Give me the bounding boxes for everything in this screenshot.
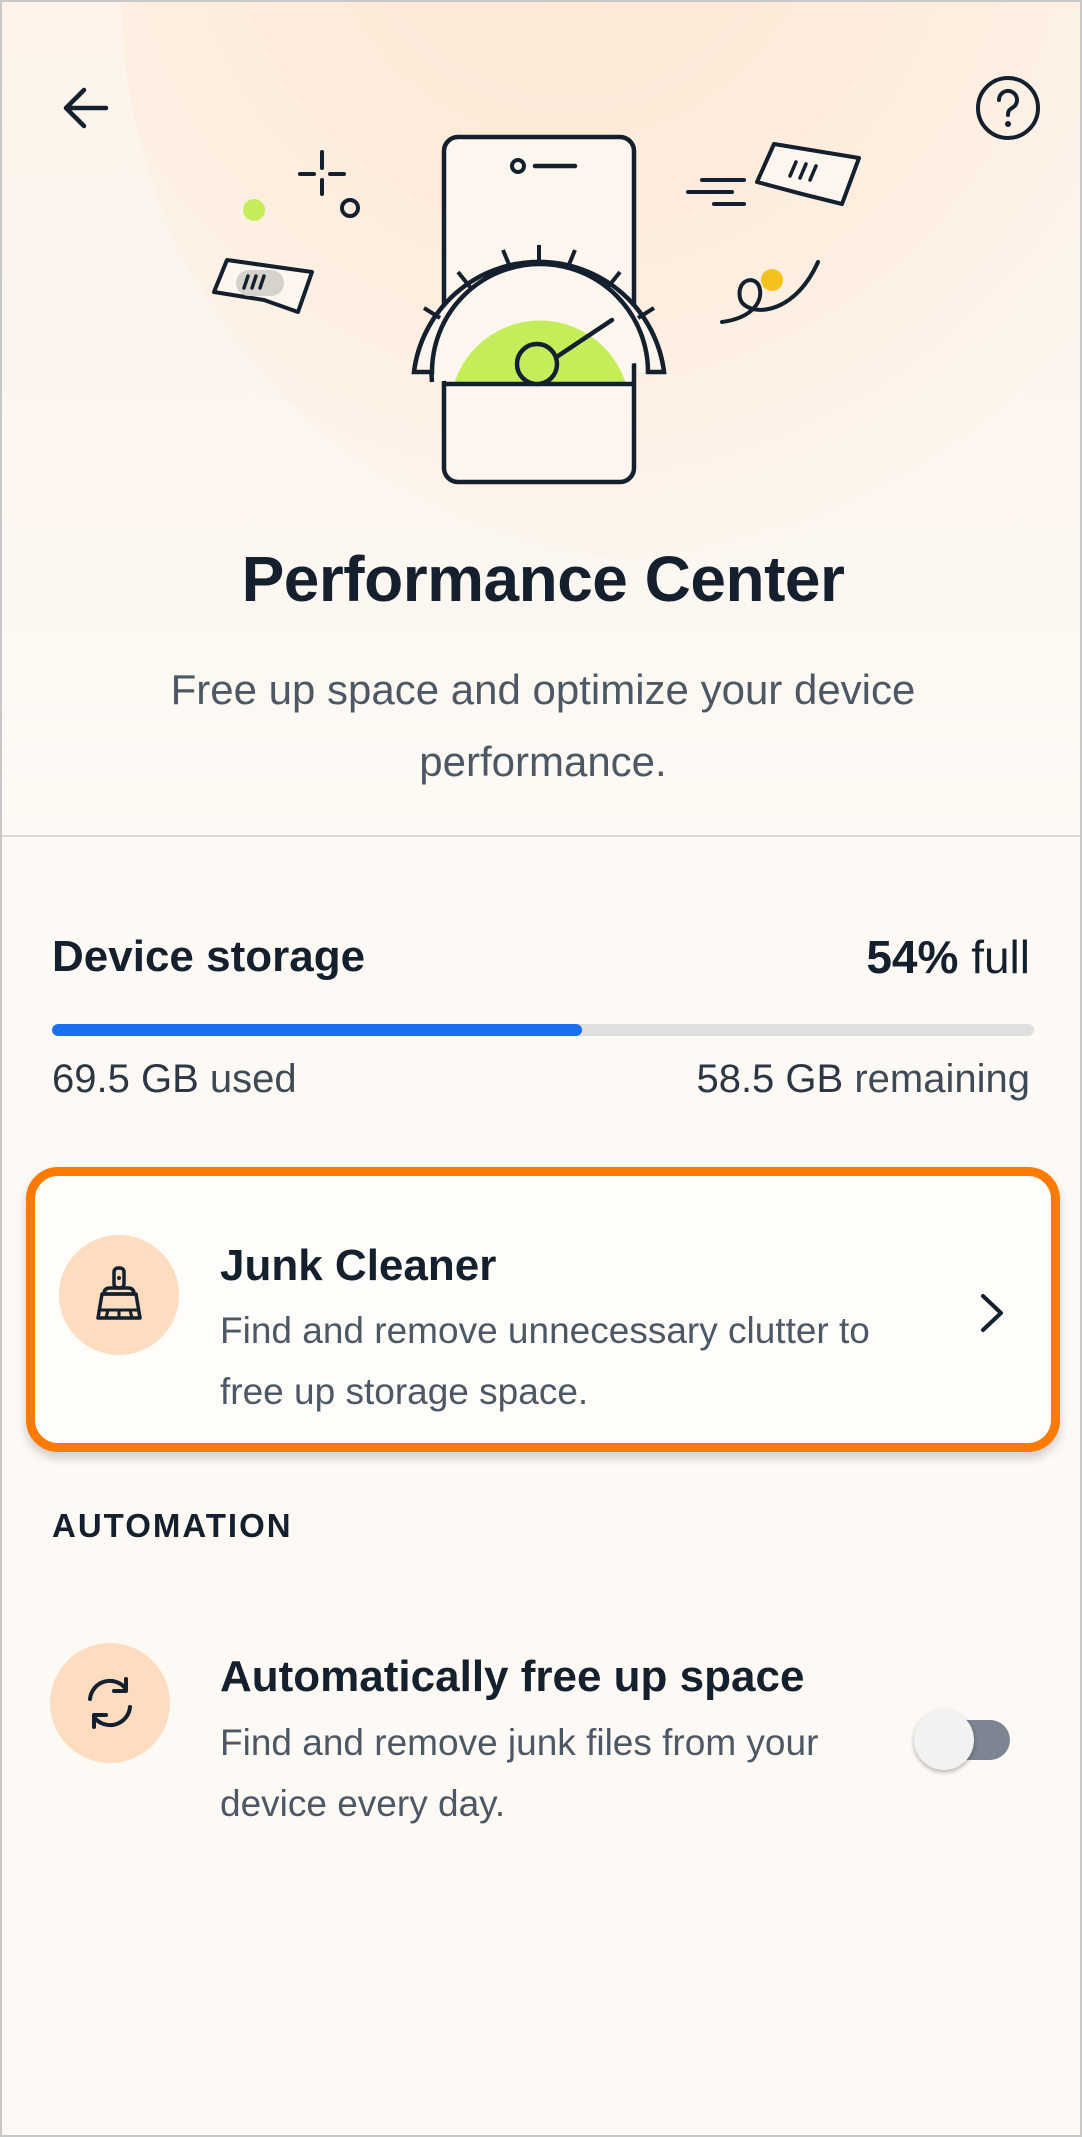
auto-free-space-description: Find and remove junk files from your dev… [220, 1722, 819, 1824]
storage-used: 69.5 GB used [52, 1057, 297, 1102]
junk-cleaner-description: Find and remove unnecessary clutter to f… [220, 1310, 870, 1412]
auto-free-space-title: Automatically free up space [220, 1652, 805, 1701]
page-title: Performance Center [241, 543, 845, 615]
back-button[interactable] [50, 72, 122, 144]
storage-remaining-value: 58.5 GB [696, 1057, 844, 1101]
chevron-right-icon [981, 1294, 1003, 1332]
help-button[interactable] [972, 72, 1044, 144]
sync-icon [88, 1677, 132, 1729]
junk-cleaner-title: Junk Cleaner [220, 1241, 497, 1290]
storage-percent-value: 54% [866, 931, 959, 983]
screen: Performance Center Free up space and opt… [0, 0, 1082, 2137]
section-divider [2, 835, 1080, 837]
storage-used-label: used [209, 1057, 297, 1101]
page-subtitle: Free up space and optimize your device p… [170, 666, 916, 785]
arrow-left-icon [63, 87, 109, 129]
header-hero: Performance Center Free up space and opt… [2, 2, 1080, 835]
storage-progress-fill [52, 1024, 583, 1036]
storage-percent: 54% full [866, 930, 1030, 984]
storage-title: Device storage [52, 932, 366, 981]
junk-cleaner-card[interactable]: Junk Cleaner Find and remove unnecessary… [26, 1167, 1060, 1452]
question-circle-icon [976, 76, 1040, 140]
auto-free-space-icon-badge [50, 1643, 170, 1763]
storage-remaining: 58.5 GB remaining [696, 1057, 1030, 1102]
performance-illustration [212, 134, 861, 485]
automation-section-label: AUTOMATION [52, 1507, 293, 1544]
storage-percent-suffix: full [971, 931, 1030, 983]
storage-progress-bar [52, 1024, 1034, 1036]
toggle-knob [914, 1710, 974, 1770]
broom-icon [96, 1266, 142, 1320]
auto-free-space-toggle[interactable] [914, 1710, 1014, 1770]
auto-free-space-row: Automatically free up space Find and rem… [2, 1622, 1080, 1842]
storage-remaining-label: remaining [854, 1057, 1030, 1101]
storage-used-value: 69.5 GB [52, 1057, 199, 1101]
junk-cleaner-icon-badge [59, 1235, 179, 1355]
